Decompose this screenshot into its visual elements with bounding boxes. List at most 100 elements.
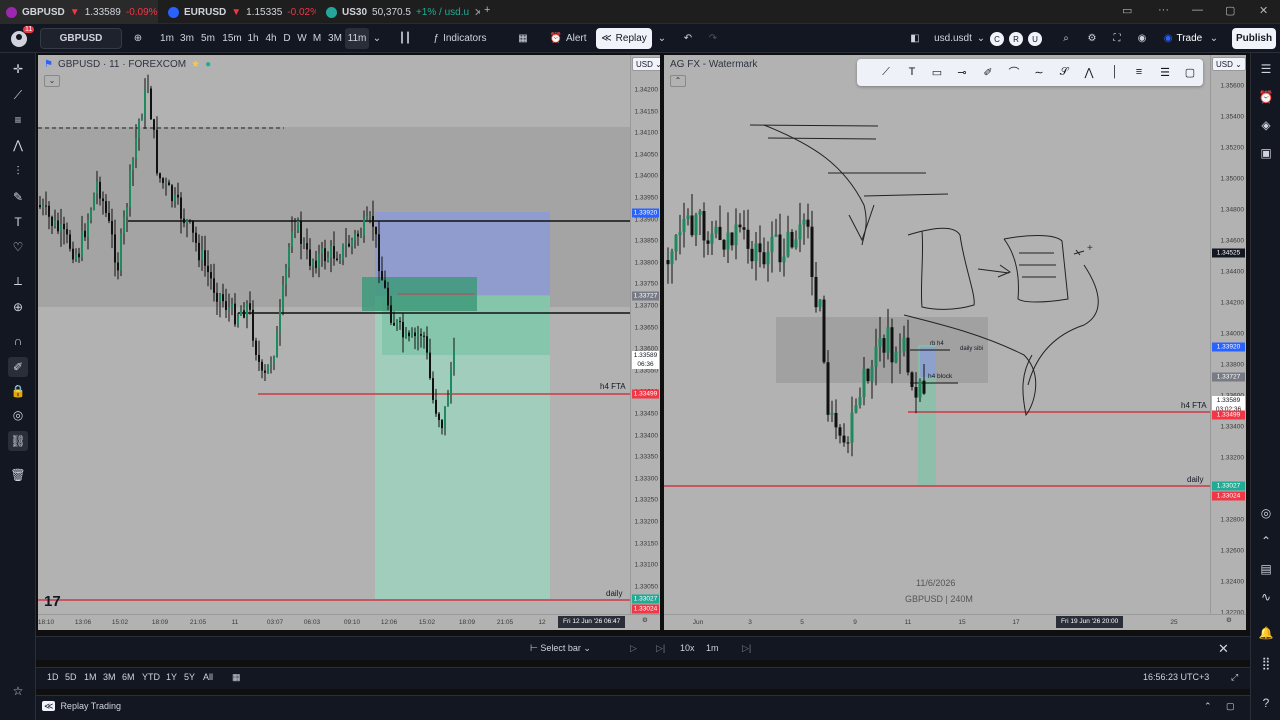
trend-line-icon[interactable]: ⟋ bbox=[8, 85, 28, 105]
compare-add-icon[interactable]: ⊕ bbox=[130, 28, 146, 49]
brush-icon[interactable]: ✎ bbox=[8, 187, 28, 207]
chevron-down-icon[interactable]: ⌄ bbox=[976, 28, 986, 49]
new-tab-icon[interactable]: + bbox=[484, 4, 490, 16]
interval-5m[interactable]: 5m bbox=[198, 28, 218, 49]
maximize-icon[interactable]: ▢ bbox=[1225, 4, 1235, 17]
replay-button[interactable]: ≪ Replay bbox=[596, 28, 652, 49]
account-badge-c[interactable]: C bbox=[990, 32, 1004, 46]
close-icon[interactable]: ✕ bbox=[474, 6, 480, 19]
alert-button[interactable]: ⏰ Alert bbox=[546, 28, 590, 49]
levels-icon[interactable]: ☰ bbox=[1156, 63, 1174, 81]
lock-icon[interactable]: 🔒 bbox=[8, 381, 28, 401]
zoom-icon[interactable]: ⊕ bbox=[8, 297, 28, 317]
calendar-icon[interactable]: ▤ bbox=[1256, 559, 1276, 579]
calendar-range-icon[interactable]: ▦ bbox=[232, 672, 241, 683]
alerts-icon[interactable]: ⏰ bbox=[1256, 87, 1276, 107]
currency-button[interactable]: USD ⌄ bbox=[1212, 57, 1246, 71]
help-icon[interactable]: ? bbox=[1256, 693, 1276, 713]
undo-icon[interactable]: ↶ bbox=[680, 28, 696, 49]
maximize-panel-icon[interactable]: ▢ bbox=[1226, 701, 1235, 712]
horizontal-ray-icon[interactable]: ⊸ bbox=[953, 63, 971, 81]
interval-15m[interactable]: 15m bbox=[220, 28, 244, 49]
tab-gbpusd[interactable]: GBPUSD ▼ 1.33589 -0.09% / ✕ bbox=[0, 0, 158, 24]
interval-d[interactable]: D bbox=[281, 28, 293, 49]
vertical-line-icon[interactable]: │ bbox=[1106, 63, 1124, 81]
watchlist-icon[interactable]: ☰ bbox=[1256, 59, 1276, 79]
trade-button[interactable]: ◉ Trade bbox=[1158, 28, 1208, 49]
panel-icon[interactable]: ▭ bbox=[1122, 4, 1132, 17]
publish-button[interactable]: Publish bbox=[1232, 28, 1276, 49]
chart-title[interactable]: GBPUSD · 11 · FOREXCOM bbox=[58, 59, 186, 70]
speed-selector[interactable]: 10x bbox=[680, 643, 695, 653]
chart-title[interactable]: AG FX - Watermark bbox=[670, 59, 757, 70]
right-price-scale[interactable]: 1.35600 1.35400 1.35200 1.35000 1.34800 1.346… bbox=[1210, 55, 1246, 617]
chevron-up-icon[interactable]: ⌃ bbox=[1204, 701, 1212, 712]
replay-trading-tab[interactable]: ≪ Replay Trading bbox=[42, 701, 121, 712]
link-icon[interactable]: ⛓ bbox=[8, 431, 28, 451]
trash-icon[interactable]: 🗑 bbox=[8, 465, 28, 485]
callout-icon[interactable]: ▭ bbox=[928, 63, 946, 81]
interval-3M[interactable]: 3M bbox=[326, 28, 344, 49]
left-time-axis[interactable]: 12 21:05 18:09 15:02 12:06 09:10 06:03 03:07 11 2… bbox=[38, 614, 660, 630]
play-icon[interactable]: ▷ bbox=[630, 643, 637, 654]
range-5y[interactable]: 5Y bbox=[184, 672, 195, 682]
left-price-scale[interactable]: 1.34200 1.34150 1.34100 1.34050 1.34000 1.339… bbox=[630, 55, 660, 614]
curve-icon[interactable]: ∼ bbox=[1030, 63, 1048, 81]
select-bar-button[interactable]: ⊢ Select bar ⌄ bbox=[530, 643, 591, 654]
layout-grid-icon[interactable]: ▦ bbox=[514, 28, 532, 49]
left-chart-canvas[interactable] bbox=[38, 55, 630, 614]
ruler-icon[interactable]: ⟂ bbox=[8, 271, 28, 291]
camera-icon[interactable]: ◉ bbox=[1134, 28, 1150, 49]
star-icon[interactable]: ★ bbox=[191, 59, 200, 70]
star-icon[interactable]: ☆ bbox=[8, 681, 28, 701]
line-tool-icon[interactable]: ⟋ bbox=[877, 63, 895, 81]
fib-icon[interactable]: ≡ bbox=[8, 110, 28, 130]
right-chart[interactable]: AG FX - Watermark ⌃ rb h4 daily sibi h4 … bbox=[664, 55, 1210, 614]
range-1m[interactable]: 1M bbox=[84, 672, 97, 682]
apps-icon[interactable]: ⣿ bbox=[1256, 653, 1276, 673]
settings-icon[interactable]: ⚙ bbox=[642, 616, 648, 624]
chart-type-icon[interactable]: ┃┃ bbox=[396, 28, 414, 49]
right-time-axis[interactable]: 25 17 15 11 9 5 3 Jun Fri 19 Jun '26 20:00 ⚙ bbox=[664, 614, 1246, 630]
layers-icon[interactable]: ◈ bbox=[1256, 115, 1276, 135]
settings-icon[interactable]: ⚙ bbox=[1226, 616, 1232, 624]
clock-label[interactable]: 16:56:23 UTC+3 bbox=[1143, 672, 1209, 682]
interval-w[interactable]: W bbox=[295, 28, 309, 49]
path-icon[interactable]: 𝒮 bbox=[1055, 63, 1073, 81]
jump-to-end-icon[interactable]: ▷| bbox=[742, 643, 751, 654]
target-icon[interactable]: ◎ bbox=[1256, 503, 1276, 523]
interval-1h[interactable]: 1h bbox=[245, 28, 261, 49]
heart-icon[interactable]: ♡ bbox=[8, 237, 28, 257]
step-forward-icon[interactable]: ▷| bbox=[656, 643, 665, 654]
arc-icon[interactable]: ⌒ bbox=[1005, 63, 1023, 81]
search-icon[interactable]: ⌕ bbox=[1058, 28, 1074, 49]
fullscreen-icon[interactable]: ⛶ bbox=[1109, 28, 1125, 49]
pulse-icon[interactable]: ∿ bbox=[1256, 587, 1276, 607]
interval-m[interactable]: M bbox=[310, 28, 324, 49]
draw-mode-icon[interactable]: ✐ bbox=[8, 357, 28, 377]
eye-icon[interactable]: ◎ bbox=[8, 405, 28, 425]
window-close-icon[interactable]: ✕ bbox=[1259, 4, 1268, 17]
replay-interval-selector[interactable]: 1m bbox=[706, 643, 719, 653]
avatar[interactable]: 11 bbox=[6, 26, 35, 49]
more-icon[interactable]: ··· bbox=[1158, 4, 1169, 16]
account-selector[interactable]: usd.usdt bbox=[928, 28, 978, 49]
chevron-down-icon[interactable]: ⌄ bbox=[656, 28, 668, 49]
text-icon[interactable]: T bbox=[8, 212, 28, 232]
interval-3m[interactable]: 3m bbox=[178, 28, 196, 49]
redo-icon[interactable]: ↷ bbox=[705, 28, 721, 49]
collapse-icon[interactable]: ⌃ bbox=[670, 75, 686, 87]
chevron-down-icon[interactable]: ⌄ bbox=[371, 28, 383, 49]
indicators-button[interactable]: ƒ Indicators bbox=[428, 28, 492, 49]
layout-icon[interactable]: ◧ bbox=[907, 28, 923, 49]
range-3m[interactable]: 3M bbox=[103, 672, 116, 682]
interval-4h[interactable]: 4h bbox=[263, 28, 279, 49]
gear-icon[interactable]: ⚙ bbox=[1084, 28, 1100, 49]
range-1y[interactable]: 1Y bbox=[166, 672, 177, 682]
range-all[interactable]: All bbox=[203, 672, 213, 682]
right-chart-canvas[interactable] bbox=[664, 55, 1210, 614]
brush-tool-icon[interactable]: ✐ bbox=[979, 63, 997, 81]
rectangle-icon[interactable]: ▢ bbox=[1181, 63, 1199, 81]
cursor-icon[interactable]: ✛ bbox=[8, 59, 28, 79]
idea-icon[interactable]: ⌃ bbox=[1256, 531, 1276, 551]
